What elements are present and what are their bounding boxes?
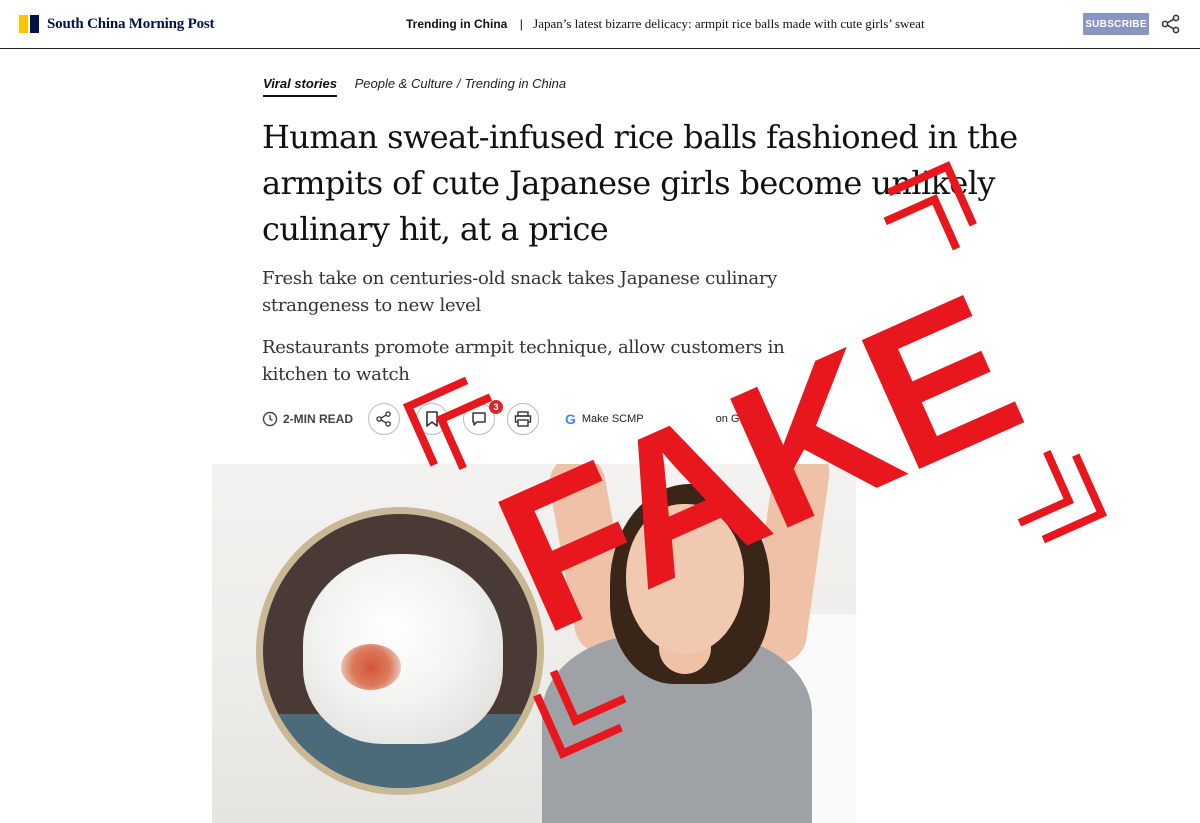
logo-text: South China Morning Post [47,15,215,32]
stamp-corner-bottom-right [1041,453,1108,544]
bookmark-icon [426,411,438,427]
read-time-label: 2-MIN READ [283,412,354,426]
breadcrumb-section-viral-stories[interactable]: Viral stories [263,76,337,97]
comment-icon [472,412,486,426]
top-navigation-bar: South China Morning Post Trending in Chi… [0,0,1200,49]
bookmark-button[interactable] [416,403,448,435]
trending-headline-link[interactable]: Japan’s latest bizarre delicacy: armpit … [533,16,924,31]
article-hero-image [212,464,856,823]
google-pill-label-tail: on Googl [715,413,761,425]
clock-icon [262,411,278,427]
breadcrumb: Viral stories People & Culture / Trending … [263,76,566,97]
print-icon [514,411,532,427]
read-time: 2-MIN READ [262,411,353,427]
article-action-bar: 2-MIN READ [262,403,862,435]
comment-count-badge: 3 [489,400,503,414]
subscribe-button[interactable]: SUBSCRIBE [1083,13,1149,35]
share-icon[interactable] [1160,13,1182,35]
share-article-button[interactable] [368,403,400,435]
google-pill-label: Make SCMP [581,413,644,425]
print-button[interactable] [507,403,539,435]
trending-separator: | [519,17,523,31]
rice-ball-inset [256,507,544,795]
share-icon [376,411,391,427]
breadcrumb-trending-in-china[interactable]: Trending in China [464,76,566,91]
rice-ball [303,554,503,744]
article-subhead-2: Restaurants promote armpit technique, al… [262,337,785,385]
article-subhead-1: Fresh take on centuries-old snack takes … [262,268,778,316]
trending-label[interactable]: Trending in China [406,17,507,31]
breadcrumb-separator: / [456,76,461,91]
logo-mark-icon [19,15,39,33]
woman-face [626,504,744,654]
google-preferred-source-button[interactable]: G Make SCMP on Googl [565,405,760,433]
google-g-icon: G [565,411,576,427]
breadcrumb-people-culture[interactable]: People & Culture [355,76,453,91]
umeboshi-topping [341,644,401,690]
scmp-logo[interactable]: South China Morning Post [19,14,215,34]
stamp-corner-bottom-right-inner [1017,449,1075,527]
trending-bar: Trending in China | Japan’s latest bizar… [406,16,925,32]
article-headline: Human sweat-infused rice balls fashioned… [262,118,1018,248]
